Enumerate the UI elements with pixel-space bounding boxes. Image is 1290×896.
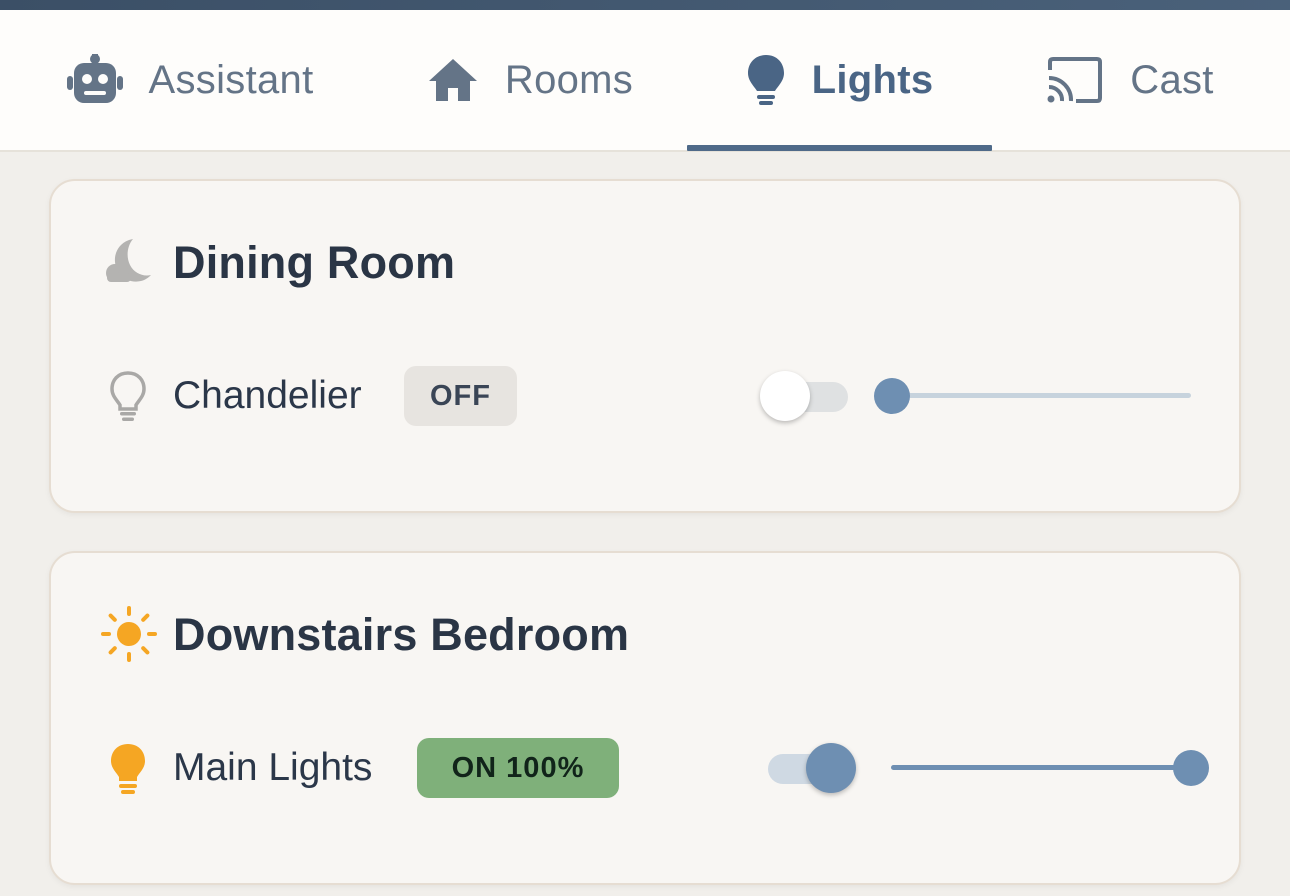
toggle-knob[interactable] bbox=[806, 743, 856, 793]
tab-bar: Assistant Rooms Lights Cast bbox=[0, 10, 1290, 152]
brightness-slider[interactable] bbox=[891, 765, 1191, 770]
brightness-slider[interactable] bbox=[891, 393, 1191, 398]
room-card-dining-room: Dining Room Chandelier OFF bbox=[49, 179, 1241, 513]
tab-label: Lights bbox=[811, 57, 934, 102]
tab-label: Rooms bbox=[504, 57, 634, 102]
lightbulb-icon bbox=[109, 742, 147, 799]
home-icon bbox=[427, 57, 479, 103]
active-tab-indicator bbox=[687, 145, 992, 151]
top-strip bbox=[0, 0, 1290, 10]
moon-icon bbox=[101, 235, 153, 292]
tab-lights[interactable]: Lights bbox=[687, 10, 992, 150]
status-badge: ON 100% bbox=[417, 738, 619, 798]
device-name: Main Lights bbox=[173, 746, 373, 789]
robot-icon bbox=[66, 54, 123, 106]
lightbulb-outline-icon bbox=[109, 370, 147, 427]
tab-label: Cast bbox=[1130, 57, 1214, 102]
tab-rooms[interactable]: Rooms bbox=[405, 10, 655, 150]
tab-label: Assistant bbox=[148, 57, 314, 102]
room-title: Dining Room bbox=[173, 237, 456, 288]
tab-cast[interactable]: Cast bbox=[1030, 10, 1230, 150]
lightbulb-icon bbox=[746, 53, 786, 107]
sun-icon bbox=[100, 605, 158, 668]
room-card-downstairs-bedroom: Downstairs Bedroom Main Lights ON 100% bbox=[49, 551, 1241, 885]
cast-icon bbox=[1046, 56, 1104, 104]
room-title: Downstairs Bedroom bbox=[173, 609, 630, 660]
device-name: Chandelier bbox=[173, 374, 362, 417]
toggle-knob[interactable] bbox=[760, 371, 810, 421]
slider-thumb[interactable] bbox=[874, 378, 910, 414]
slider-thumb[interactable] bbox=[1173, 750, 1209, 786]
status-badge: OFF bbox=[404, 366, 517, 426]
tab-assistant[interactable]: Assistant bbox=[40, 10, 340, 150]
